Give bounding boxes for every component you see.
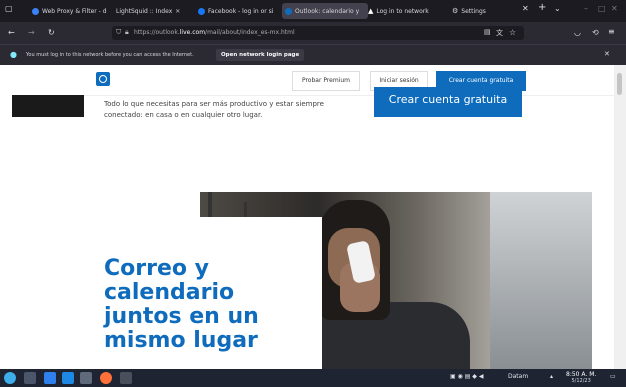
tab-label: Settings — [461, 7, 486, 15]
outlook-logo-icon[interactable] — [96, 72, 110, 86]
dark-banner-strip — [12, 95, 84, 117]
url-bar[interactable]: ⛉ 🔒︎ https://outlook.live.com/mail/about… — [112, 26, 524, 40]
tray-icons[interactable]: ▣ ◉ ▤ ◆ ◀ — [450, 373, 483, 380]
system-settings-icon[interactable] — [44, 372, 56, 384]
scrollbar-thumb[interactable] — [617, 73, 622, 95]
new-tab-icon[interactable]: + — [538, 2, 546, 13]
tab-outlook[interactable]: Outlook: calendario y — [282, 3, 368, 19]
chevron-down-icon[interactable]: ⌄ — [554, 4, 561, 13]
hero-headline: Correo y calendario juntos en un mismo l… — [104, 257, 259, 353]
info-icon: ● — [10, 50, 17, 59]
browser-window: ▢ Web Proxy & Filter - d LightSquid :: I… — [0, 0, 626, 387]
tab-label: Web Proxy & Filter - d — [42, 7, 107, 15]
navigation-bar: ← → ↻ ⛉ 🔒︎ https://outlook.live.com/mail… — [0, 22, 626, 44]
tab-settings[interactable]: ⚙ Settings — [452, 3, 504, 19]
system-clock[interactable]: 8:50 A. M. 5/12/23 — [566, 371, 596, 385]
car-window — [490, 192, 592, 369]
konsole-icon[interactable] — [120, 372, 132, 384]
close-icon[interactable]: ✕ — [175, 8, 180, 15]
tab-bar: ▢ Web Proxy & Filter - d LightSquid :: I… — [0, 0, 626, 22]
extensions-icon[interactable]: ⟲ — [592, 28, 599, 37]
bookmark-star-icon[interactable]: ☆ — [509, 28, 516, 37]
headline-line: Correo y — [104, 256, 209, 281]
menu-icon[interactable]: ≡ — [608, 27, 615, 36]
close-tab-icon[interactable]: ✕ — [522, 4, 529, 13]
clock-date: 5/12/23 — [571, 378, 591, 384]
translate-icon[interactable]: 文 — [496, 28, 503, 38]
minimize-icon[interactable]: – — [584, 4, 588, 13]
tab-overview-icon[interactable]: ▢ — [5, 4, 13, 13]
shield-icon[interactable]: ⛉ — [116, 28, 121, 37]
decorative-bar — [244, 202, 247, 217]
reader-view-icon[interactable]: ▤ — [484, 28, 491, 36]
window-close-icon[interactable]: ✕ — [611, 4, 618, 13]
app-launcher-icon[interactable] — [4, 372, 16, 384]
tab-label: Facebook - log in or si — [208, 7, 274, 15]
url-text[interactable]: https://outlook.live.com/mail/about/inde… — [134, 29, 295, 36]
web-page: Probar Premium Iniciar sesión Crear cuen… — [12, 65, 614, 369]
open-login-page-button[interactable]: Open network login page — [216, 49, 305, 61]
page-scrollbar[interactable] — [614, 65, 626, 369]
tray-app-label[interactable]: Datam — [508, 373, 528, 380]
intro-line: Todo lo que necesitas para ser más produ… — [104, 100, 324, 108]
headline-line: calendario — [104, 280, 235, 305]
os-taskbar: ▣ ◉ ▤ ◆ ◀ Datam ▴ 8:50 A. M. 5/12/23 ▭ — [0, 369, 626, 387]
site-header: Probar Premium Iniciar sesión Crear cuen… — [12, 65, 614, 96]
headline-line: juntos en un — [104, 304, 259, 329]
lock-icon[interactable]: 🔒︎ — [125, 28, 129, 37]
gear-icon: ⚙ — [452, 7, 459, 15]
close-icon[interactable]: ✕ — [604, 50, 610, 58]
network-login-notification: ● You must log in to this network before… — [0, 44, 626, 65]
decorative-bar — [208, 192, 212, 217]
tab-web-proxy[interactable]: Web Proxy & Filter - d — [32, 3, 108, 19]
intro-line: conectado: en casa o en cualquier otro l… — [104, 111, 263, 119]
file-manager-icon[interactable] — [62, 372, 74, 384]
firefox-icon[interactable] — [100, 372, 112, 384]
tab-favicon-icon — [32, 7, 39, 15]
show-desktop-icon[interactable]: ▭ — [610, 373, 616, 380]
tab-login-network[interactable]: ▲ Log in to network — [368, 3, 436, 19]
clock-time: 8:50 A. M. — [566, 371, 597, 378]
outlook-icon — [285, 7, 292, 15]
intro-text: Todo lo que necesitas para ser más produ… — [104, 99, 344, 121]
tab-facebook[interactable]: Facebook - log in or si — [198, 3, 278, 19]
forward-arrow-icon[interactable]: → — [28, 28, 35, 37]
facebook-icon — [198, 7, 205, 15]
discover-icon[interactable] — [80, 372, 92, 384]
create-free-account-button[interactable]: Crear cuenta gratuita — [374, 87, 522, 117]
pocket-icon[interactable]: ◡ — [574, 28, 581, 37]
maximize-icon[interactable]: □ — [598, 4, 606, 13]
chevron-up-icon[interactable]: ▴ — [550, 373, 553, 380]
warning-icon: ▲ — [368, 7, 374, 15]
tab-label: Outlook: calendario y — [295, 7, 360, 15]
back-arrow-icon[interactable]: ← — [8, 28, 15, 37]
try-premium-button[interactable]: Probar Premium — [292, 71, 360, 91]
tab-label: Log in to network — [376, 7, 429, 15]
reload-icon[interactable]: ↻ — [48, 28, 55, 37]
notification-text: You must log in to this network before y… — [26, 52, 194, 58]
headline-line: mismo lugar — [104, 328, 258, 353]
tab-label: LightSquid :: Index — [116, 7, 173, 15]
desktop-icon[interactable] — [24, 372, 36, 384]
tab-lightsquid[interactable]: LightSquid :: Index ✕ — [116, 3, 180, 19]
